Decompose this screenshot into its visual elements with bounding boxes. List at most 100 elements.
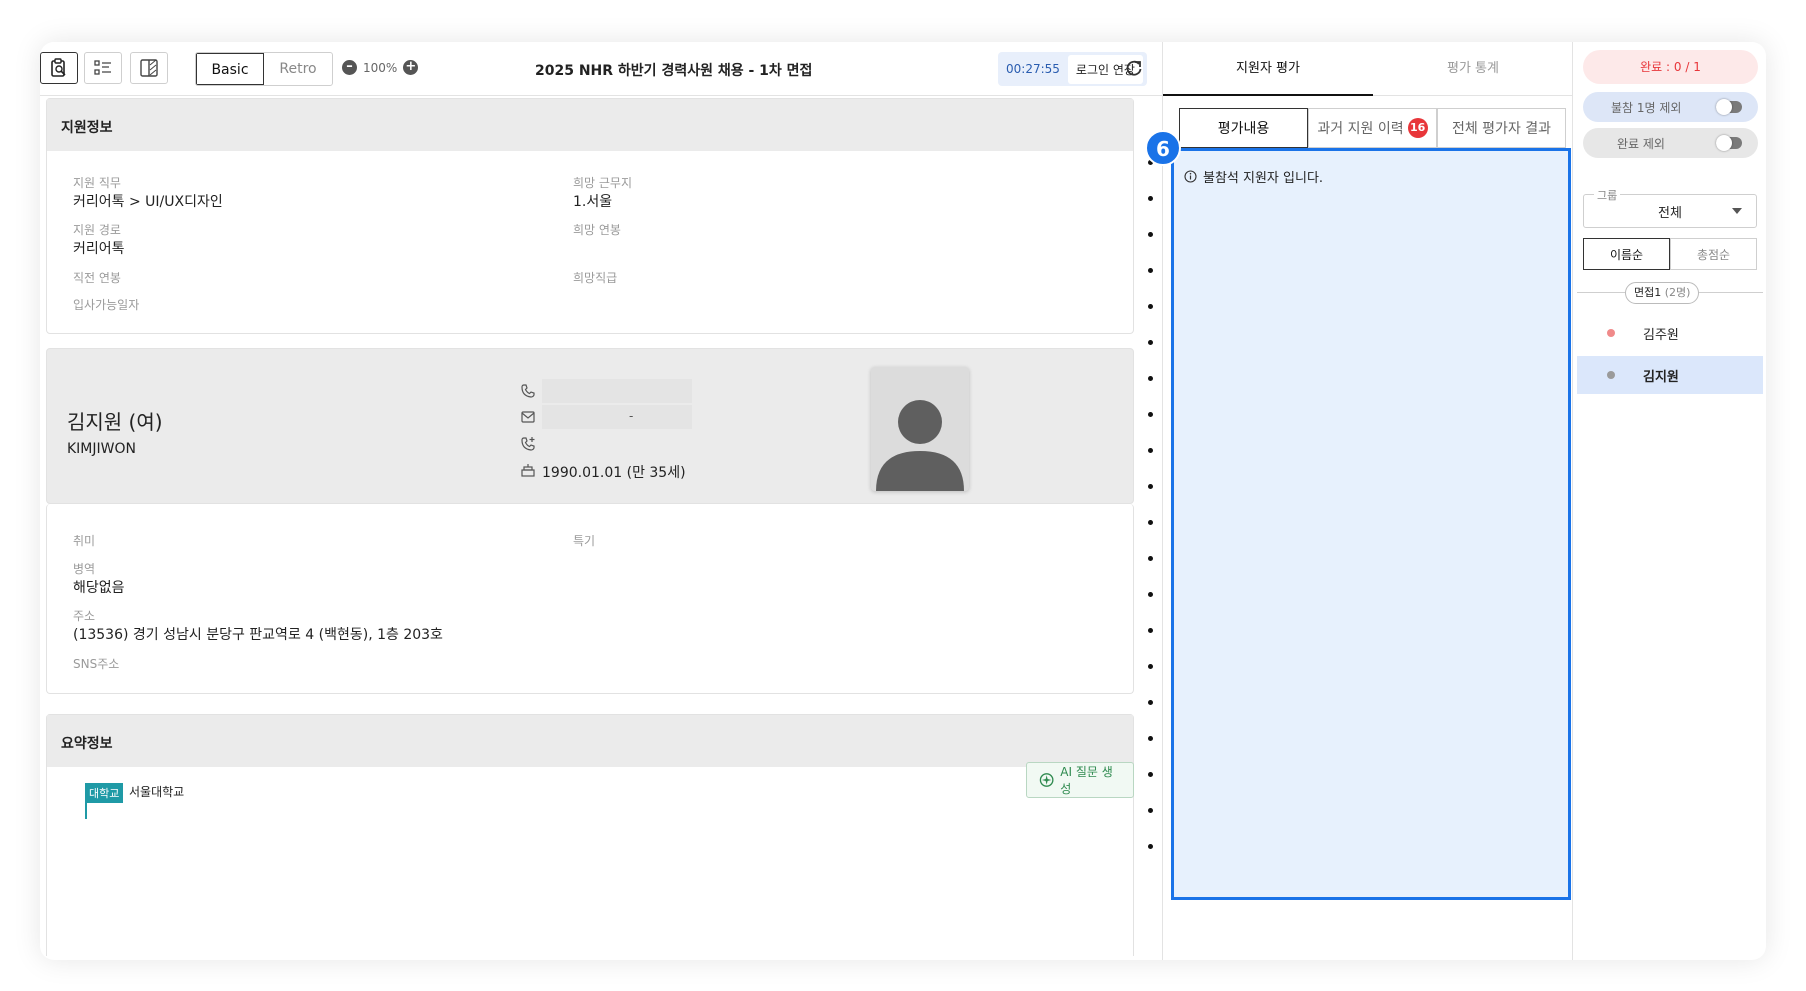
drag-dot [1148, 772, 1153, 777]
evaluation-content-panel: 불참석 지원자 입니다. [1171, 148, 1571, 900]
zoom-in-icon[interactable]: + [403, 60, 419, 75]
tab-applicant-evaluation[interactable]: 지원자 평가 [1163, 42, 1373, 96]
military-value: 해당없음 [73, 580, 125, 596]
school-tag: 대학교 [85, 783, 124, 803]
history-count-badge: 16 [1407, 118, 1428, 138]
ai-question-label: AI 질문 생성 [1060, 765, 1113, 796]
application-info-card: 지원정보 지원 직무 커리어톡 > UI/UX디자인 희망 근무지 1.서울 지… [46, 98, 1134, 334]
completion-status: 완료 : 0 / 1 [1583, 50, 1758, 84]
drag-dot [1148, 340, 1153, 345]
step-marker: 6 [1145, 130, 1181, 166]
drag-dot [1148, 412, 1153, 417]
ai-question-button[interactable]: AI 질문 생성 [1026, 762, 1134, 798]
subtab-past-history[interactable]: 과거 지원 이력 16 [1308, 108, 1437, 148]
toggle-switch[interactable] [1716, 99, 1742, 115]
candidate-item[interactable]: 김주원 [1577, 314, 1763, 352]
absent-notice-text: 불참석 지원자 입니다. [1203, 171, 1324, 186]
subtab-evaluation-content[interactable]: 평가내용 [1179, 108, 1308, 148]
subtab-past-history-label: 과거 지원 이력 [1317, 121, 1404, 137]
group-label: 그룹 [1594, 187, 1621, 203]
drag-dot [1148, 484, 1153, 489]
subtab-all-evaluators[interactable]: 전체 평가자 결과 [1437, 108, 1566, 148]
zoom-out-icon[interactable]: – [342, 60, 357, 75]
summary-card: 요약정보 대학교 서울대학교 [46, 714, 1134, 956]
toolbar: Basic Retro – 100% + 2025 NHR 하반기 경력사원 채… [40, 42, 1162, 96]
job-value: 커리어톡 > UI/UX디자인 [73, 194, 223, 210]
school-name: 서울대학교 [129, 785, 185, 799]
list-view-button[interactable] [84, 52, 122, 84]
clipboard-search-icon [51, 58, 66, 77]
application-info-heading: 지원정보 [47, 99, 1133, 151]
drag-dot [1148, 268, 1153, 273]
drag-dot [1148, 844, 1153, 849]
interview-group-pill: 면접1 (2명) [1625, 282, 1700, 304]
refresh-icon[interactable] [1124, 58, 1144, 78]
grade-label: 희망직급 [573, 271, 618, 285]
phone-icon [521, 384, 535, 398]
group-value: 전체 [1658, 205, 1682, 221]
evaluation-pane: 지원자 평가 평가 통계 평가내용 과거 지원 이력 16 전체 평가자 결과 불… [1145, 42, 1573, 960]
drag-dot [1148, 196, 1153, 201]
drag-dot [1148, 664, 1153, 669]
exclude-done-toggle[interactable]: 완료 제외 [1583, 128, 1758, 158]
phone-masked [542, 379, 692, 403]
evaluation-subtabs: 평가내용 과거 지원 이력 16 전체 평가자 결과 [1179, 108, 1566, 148]
view-mode-retro[interactable]: Retro [264, 53, 332, 85]
address-label: 주소 [73, 609, 96, 623]
interview-group-name: 면접1 [1634, 286, 1662, 299]
start-date-label: 입사가능일자 [73, 298, 140, 312]
school-tag-line [85, 799, 87, 819]
summary-heading: 요약정보 [47, 715, 1133, 767]
absent-notice: 불참석 지원자 입니다. [1184, 167, 1323, 186]
subtab-all-evaluators-label: 전체 평가자 결과 [1451, 121, 1552, 137]
toggle-switch[interactable] [1716, 135, 1742, 151]
sort-toggle: 이름순 총점순 [1583, 238, 1757, 270]
applicant-name: 김지원 (여) [67, 410, 163, 434]
sort-by-score[interactable]: 총점순 [1670, 238, 1757, 270]
tab-evaluation-stats[interactable]: 평가 통계 [1373, 42, 1573, 96]
location-label: 희망 근무지 [573, 176, 633, 190]
mail-icon [521, 411, 535, 423]
drag-dot [1148, 700, 1153, 705]
app-window: Basic Retro – 100% + 2025 NHR 하반기 경력사원 채… [40, 42, 1766, 960]
status-dot [1607, 371, 1615, 379]
group-select[interactable]: 그룹 전체 [1583, 187, 1757, 228]
zoom-control: – 100% + [342, 60, 419, 75]
sort-by-name[interactable]: 이름순 [1583, 238, 1670, 270]
military-label: 병역 [73, 562, 96, 576]
drag-dot [1148, 448, 1153, 453]
view-mode-toggle: Basic Retro [195, 52, 333, 86]
drag-dot [1148, 736, 1153, 741]
clipboard-search-button[interactable] [40, 52, 78, 84]
skill-label: 특기 [573, 534, 596, 548]
exclude-absent-label: 불참 1명 제외 [1611, 100, 1682, 115]
view-mode-basic[interactable]: Basic [196, 53, 264, 85]
exclude-done-label: 완료 제외 [1617, 136, 1665, 151]
email-separator: - [629, 409, 634, 423]
drag-dot [1148, 304, 1153, 309]
exclude-absent-toggle[interactable]: 불참 1명 제외 [1583, 92, 1758, 122]
job-label: 지원 직무 [73, 176, 121, 190]
sns-label: SNS주소 [73, 657, 120, 671]
personal-info-card: 취미 특기 병역 해당없음 주소 (13536) 경기 성남시 분당구 판교역로… [46, 504, 1134, 694]
candidate-name: 김지원 [1643, 369, 1679, 385]
evaluation-tabs: 지원자 평가 평가 통계 [1163, 42, 1573, 96]
candidate-name: 김주원 [1643, 327, 1679, 343]
drag-dot [1148, 232, 1153, 237]
birth-date: 1990.01.01 (만 35세) [542, 465, 686, 481]
candidate-item-selected[interactable]: 김지원 [1577, 356, 1763, 394]
avatar-icon [876, 400, 964, 491]
detail-scroll-area[interactable]: 지원정보 지원 직무 커리어톡 > UI/UX디자인 희망 근무지 1.서울 지… [46, 98, 1134, 956]
list-icon [94, 60, 111, 75]
split-view-button[interactable] [130, 52, 168, 84]
email-masked [542, 405, 692, 429]
drag-dot [1148, 808, 1153, 813]
prev-salary-label: 직전 연봉 [73, 271, 121, 285]
subtab-evaluation-content-label: 평가내용 [1217, 121, 1270, 137]
split-layout-icon [140, 59, 158, 77]
drag-dot [1148, 556, 1153, 561]
info-icon [1184, 170, 1197, 183]
route-value: 커리어톡 [73, 241, 125, 257]
page-title: 2025 NHR 하반기 경력사원 채용 - 1차 면접 [535, 63, 813, 79]
profile-photo [871, 367, 969, 491]
